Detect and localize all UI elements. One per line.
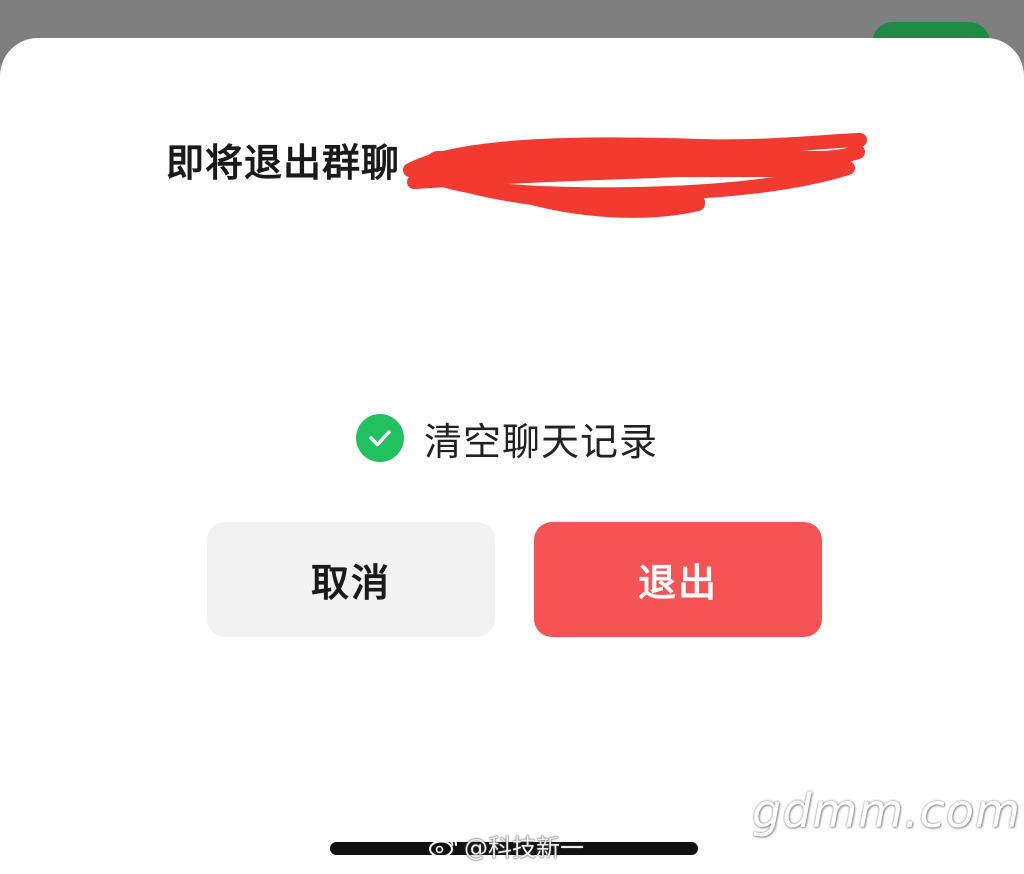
exit-button[interactable]: 退出: [534, 522, 822, 637]
clear-chat-history-option[interactable]: 清空聊天记录: [356, 412, 658, 464]
weibo-logo-icon: [429, 835, 457, 857]
dialog-title: 即将退出群聊: [166, 141, 401, 185]
checkmark-icon[interactable]: [356, 414, 404, 462]
weibo-watermark: @科技新一: [428, 828, 584, 863]
clear-chat-history-label: 清空聊天记录: [424, 419, 659, 464]
site-watermark: gdmm.com: [752, 784, 1021, 838]
cancel-button[interactable]: 取消: [207, 522, 495, 637]
redaction-scribble: [403, 133, 867, 218]
weibo-watermark-text: @科技新一: [464, 834, 584, 862]
